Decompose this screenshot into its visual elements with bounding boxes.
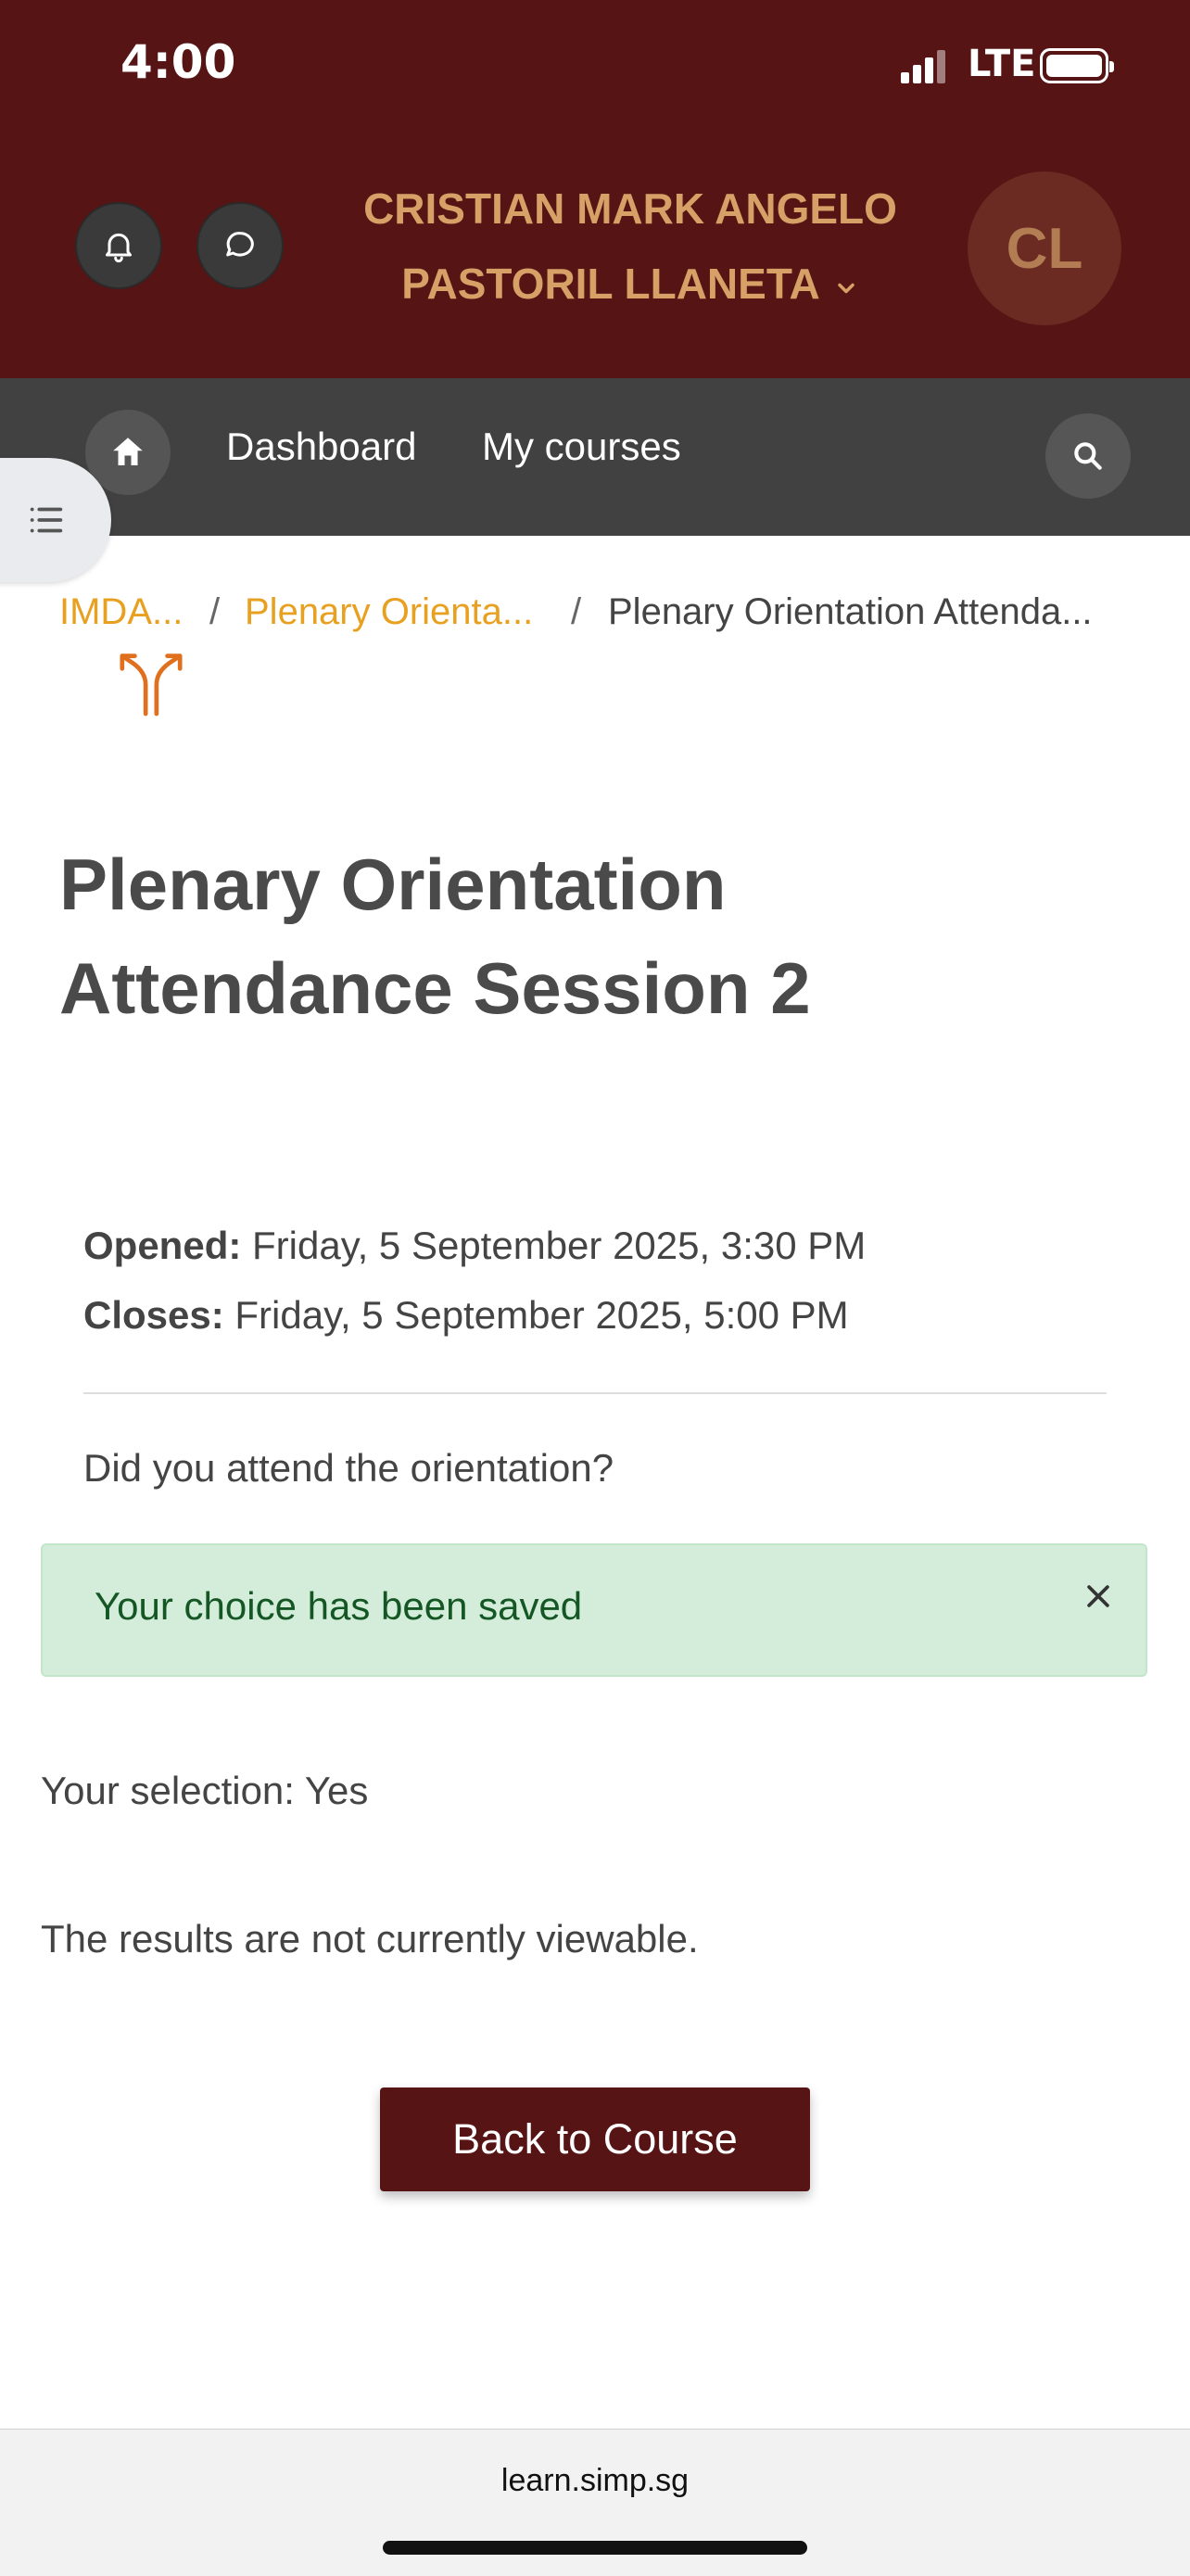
url-text[interactable]: learn.simp.sg: [0, 2463, 1190, 2499]
user-name-line2: PASTORIL LLANETA: [401, 260, 820, 308]
opened-date: Opened: Friday, 5 September 2025, 3:30 P…: [83, 1224, 866, 1268]
home-indicator: [383, 2541, 807, 2555]
home-icon: [113, 438, 143, 465]
search-button[interactable]: [1045, 413, 1131, 499]
signal-icon: [901, 48, 945, 83]
notifications-button[interactable]: [75, 202, 162, 289]
nav-link-my-courses[interactable]: My courses: [482, 425, 681, 469]
browser-address-bar[interactable]: learn.simp.sg: [0, 2429, 1190, 2576]
nav-link-dashboard[interactable]: Dashboard: [226, 425, 416, 469]
user-name-line1: CRISTIAN MARK ANGELO: [363, 184, 897, 233]
page-title: Plenary Orientation Attendance Session 2: [59, 844, 811, 1029]
choice-activity-icon: [115, 641, 187, 721]
alert-close-button[interactable]: [1073, 1571, 1123, 1621]
closes-label: Closes:: [83, 1293, 224, 1337]
network-label: LTE: [968, 43, 1036, 85]
breadcrumb-separator: /: [209, 591, 221, 632]
chevron-down-icon: [833, 249, 859, 324]
list-icon: [30, 507, 63, 533]
breadcrumb-item-imda[interactable]: IMDA...: [59, 591, 183, 633]
breadcrumb-separator: /: [571, 591, 582, 632]
breadcrumb-item-plenary[interactable]: Plenary Orienta...: [245, 591, 533, 633]
divider: [83, 1392, 1107, 1394]
alert-message: Your choice has been saved: [95, 1584, 583, 1628]
chat-icon: [226, 232, 254, 257]
battery-icon: [1040, 48, 1114, 83]
user-menu-toggle[interactable]: CRISTIAN MARK ANGELO PASTORIL LLANETA: [334, 171, 927, 324]
user-selection: Your selection: Yes: [41, 1769, 369, 1812]
search-icon: [1074, 442, 1102, 470]
back-to-course-button[interactable]: Back to Course: [380, 2087, 810, 2191]
breadcrumb-item-current: Plenary Orientation Attenda...: [608, 591, 1093, 632]
closes-date: Closes: Friday, 5 September 2025, 5:00 P…: [83, 1293, 849, 1338]
bell-icon: [106, 233, 132, 263]
status-time: 4:00: [120, 35, 236, 89]
results-note: The results are not currently viewable.: [41, 1917, 699, 1961]
closes-value: Friday, 5 September 2025, 5:00 PM: [234, 1293, 849, 1337]
messages-button[interactable]: [196, 202, 284, 289]
avatar[interactable]: CL: [968, 171, 1121, 325]
close-icon: [1087, 1585, 1109, 1607]
opened-label: Opened:: [83, 1224, 242, 1267]
success-alert: Your choice has been saved: [41, 1543, 1147, 1677]
choice-question: Did you attend the orientation?: [83, 1446, 614, 1490]
opened-value: Friday, 5 September 2025, 3:30 PM: [252, 1224, 867, 1267]
